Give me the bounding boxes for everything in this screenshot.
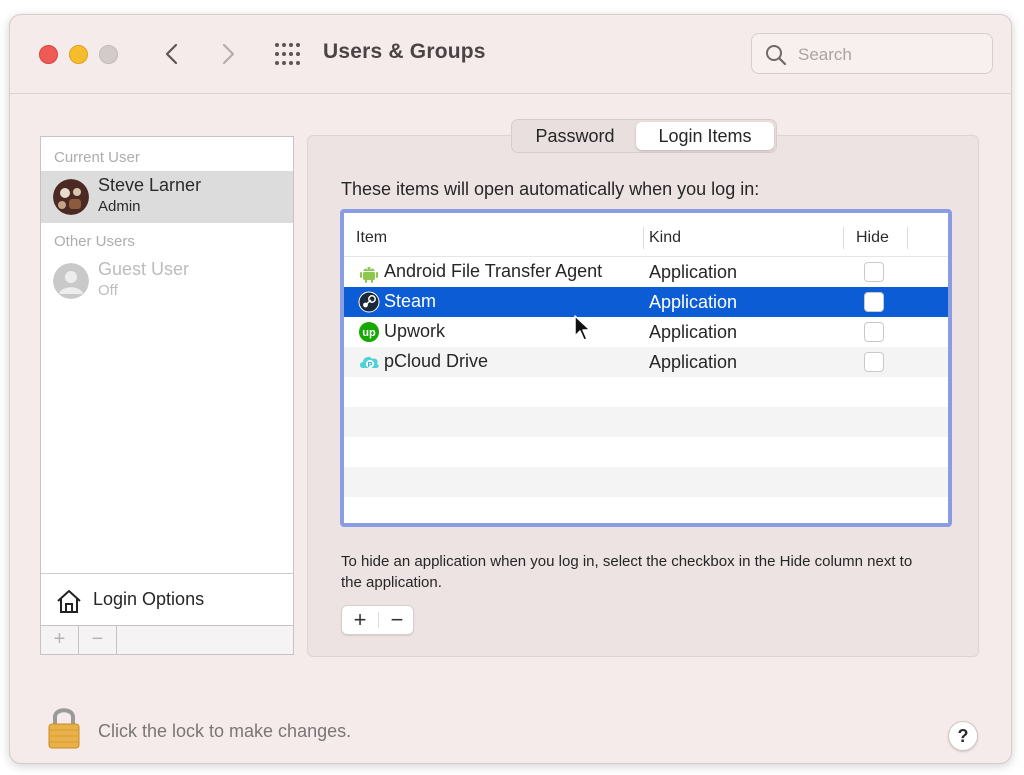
search-placeholder: Search bbox=[798, 45, 852, 64]
login-options-label: Login Options bbox=[93, 589, 205, 609]
empty-row bbox=[344, 377, 948, 407]
window-title: Users & Groups bbox=[323, 40, 486, 63]
table-row[interactable]: Steam Application bbox=[344, 287, 948, 317]
column-divider bbox=[643, 227, 644, 249]
current-user-heading: Current User bbox=[54, 149, 140, 166]
chevron-right-icon bbox=[222, 43, 235, 65]
svg-text:up: up bbox=[362, 327, 376, 339]
close-button[interactable] bbox=[39, 45, 58, 64]
login-items-hint: To hide an application when you log in, … bbox=[341, 553, 913, 591]
remove-login-item-button[interactable]: − bbox=[379, 606, 415, 634]
avatar bbox=[53, 179, 89, 215]
column-kind[interactable]: Kind bbox=[649, 229, 681, 247]
add-user-button[interactable]: + bbox=[41, 626, 79, 654]
titlebar: Users & Groups Search bbox=[10, 15, 1011, 94]
add-login-item-button[interactable]: + bbox=[342, 606, 378, 634]
user-row-guest[interactable]: Guest User Off bbox=[41, 255, 293, 307]
table-row[interactable]: Android File Transfer Agent Application bbox=[344, 257, 948, 287]
item-kind: Application bbox=[649, 262, 738, 282]
upwork-icon: up bbox=[359, 322, 379, 342]
tab-login-items[interactable]: Login Items bbox=[636, 122, 774, 150]
show-all-button[interactable] bbox=[273, 42, 301, 66]
hide-checkbox[interactable] bbox=[864, 322, 884, 342]
tab-bar: Password Login Items bbox=[511, 119, 777, 153]
user-role: Admin bbox=[98, 198, 141, 215]
mouse-pointer-icon bbox=[574, 315, 591, 341]
table-row[interactable]: P pCloud Drive Application bbox=[344, 347, 948, 377]
back-button[interactable] bbox=[158, 39, 186, 69]
table-row[interactable]: up Upwork Application bbox=[344, 317, 948, 347]
guest-user-status: Off bbox=[98, 282, 118, 299]
table-header: Item Kind Hide bbox=[344, 213, 948, 257]
other-users-heading: Other Users bbox=[54, 233, 135, 250]
item-name: Android File Transfer Agent bbox=[384, 261, 603, 281]
item-kind: Application bbox=[649, 322, 738, 342]
login-options-item[interactable]: Login Options bbox=[41, 573, 293, 625]
home-icon bbox=[57, 590, 81, 613]
login-items-table[interactable]: Item Kind Hide Android File Transfer Age… bbox=[340, 209, 952, 527]
item-kind: Application bbox=[649, 352, 738, 372]
item-name: Upwork bbox=[384, 321, 446, 341]
lock-icon[interactable] bbox=[47, 705, 81, 749]
minimize-button[interactable] bbox=[69, 45, 88, 64]
users-groups-window: Users & Groups Search Current User Steve… bbox=[9, 14, 1012, 764]
empty-row bbox=[344, 497, 948, 523]
hide-checkbox[interactable] bbox=[864, 292, 884, 312]
search-icon bbox=[766, 45, 787, 66]
column-divider bbox=[907, 227, 908, 249]
lock-message[interactable]: Click the lock to make changes. bbox=[98, 721, 351, 742]
android-icon bbox=[360, 267, 378, 283]
grid-icon bbox=[275, 43, 300, 65]
column-item[interactable]: Item bbox=[356, 229, 387, 247]
pcloud-icon: P bbox=[360, 356, 379, 369]
guest-user-name: Guest User bbox=[98, 259, 190, 279]
steam-icon bbox=[358, 291, 380, 313]
svg-text:P: P bbox=[368, 362, 373, 369]
guest-avatar-icon bbox=[53, 263, 89, 299]
empty-row bbox=[344, 467, 948, 497]
search-field[interactable]: Search bbox=[751, 33, 993, 74]
item-name: pCloud Drive bbox=[384, 351, 489, 371]
chevron-left-icon bbox=[165, 43, 178, 65]
login-items-intro: These items will open automatically when… bbox=[341, 179, 760, 199]
column-divider bbox=[843, 227, 844, 249]
column-hide[interactable]: Hide bbox=[856, 229, 889, 247]
help-button[interactable]: ? bbox=[948, 721, 978, 751]
user-name: Steve Larner bbox=[98, 175, 202, 195]
remove-user-button[interactable]: − bbox=[79, 626, 117, 654]
forward-button[interactable] bbox=[214, 39, 242, 69]
user-list-toolbar: + − bbox=[41, 625, 293, 654]
item-kind: Application bbox=[649, 292, 738, 312]
item-name: Steam bbox=[384, 291, 437, 311]
hide-checkbox[interactable] bbox=[864, 262, 884, 282]
empty-row bbox=[344, 407, 948, 437]
tab-password[interactable]: Password bbox=[516, 122, 634, 150]
empty-row bbox=[344, 437, 948, 467]
user-row-steve-larner[interactable]: Steve Larner Admin bbox=[41, 171, 293, 223]
hide-checkbox[interactable] bbox=[864, 352, 884, 372]
login-items-add-remove: + − bbox=[341, 605, 414, 635]
user-list: Current User Steve Larner Admin Other Us… bbox=[40, 136, 294, 655]
zoom-button[interactable] bbox=[99, 45, 118, 64]
